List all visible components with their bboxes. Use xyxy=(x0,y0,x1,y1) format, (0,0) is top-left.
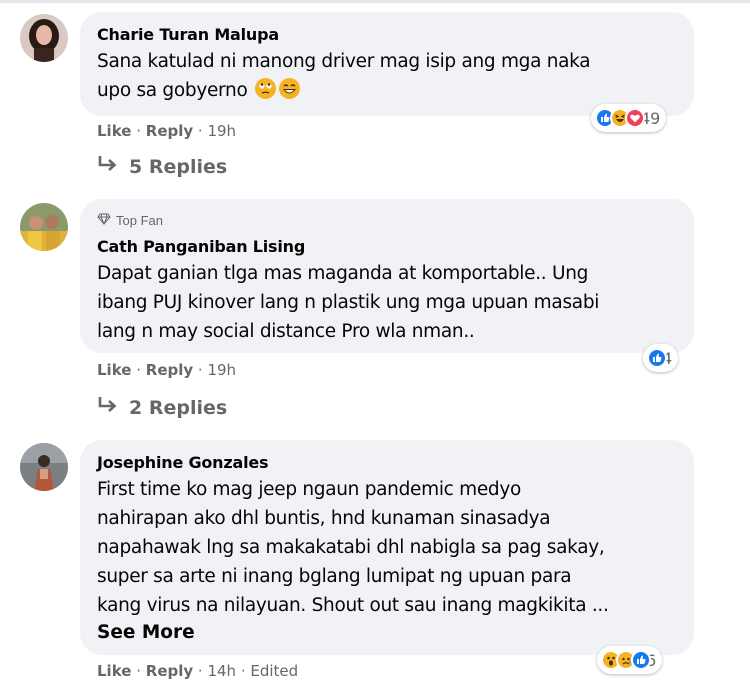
comment-author[interactable]: Cath Panganiban Lising xyxy=(97,237,305,256)
reply-button[interactable]: Reply xyxy=(146,361,193,379)
separator: · xyxy=(193,662,208,680)
separator: · xyxy=(236,662,251,680)
reply-arrow-icon xyxy=(97,155,119,178)
timestamp[interactable]: 19h xyxy=(207,361,236,379)
comment-line: lang n may social distance Pro wla nman.… xyxy=(97,321,475,342)
comment-bubble: Charie Turan Malupa Sana katulad ni mano… xyxy=(80,12,694,116)
comment-line: nahirapan ako dhl buntis, hnd kunaman si… xyxy=(97,508,551,529)
reactions-summary[interactable]: 4 xyxy=(643,344,679,372)
comment-line: kang virus na nilayuan. Shout out sau in… xyxy=(97,595,609,616)
comment-line: Sana katulad ni manong driver mag isip a… xyxy=(97,51,591,72)
comment-text: First time ko mag jeep ngaun pandemic me… xyxy=(97,475,609,620)
see-more-link[interactable]: See More xyxy=(97,622,195,643)
comment-text: Dapat ganian tlga mas maganda at komport… xyxy=(97,259,599,346)
comment-line: ibang PUJ kinover lang n plastik ung mga… xyxy=(97,292,600,313)
timestamp[interactable]: 14h xyxy=(207,662,236,680)
comment-actions: Like · Reply · 19h xyxy=(97,361,236,379)
avatar[interactable] xyxy=(20,14,68,62)
comment-line: upo sa gobyerno xyxy=(97,76,590,105)
comment-text: Sana katulad ni manong driver mag isip a… xyxy=(97,47,591,105)
top-fan-badge[interactable]: Top Fan xyxy=(97,213,163,228)
comment-bubble: Top Fan Cath Panganiban Lising Dapat gan… xyxy=(80,199,694,353)
separator: · xyxy=(193,122,208,140)
like-button[interactable]: Like xyxy=(97,122,131,140)
badge-label: Top Fan xyxy=(116,213,163,228)
view-replies-button[interactable]: 2 Replies xyxy=(97,396,227,419)
reply-button[interactable]: Reply xyxy=(146,662,193,680)
comment-author[interactable]: Josephine Gonzales xyxy=(97,453,269,472)
comment-line: Dapat ganian tlga mas maganda at komport… xyxy=(97,263,589,284)
reply-button[interactable]: Reply xyxy=(146,122,193,140)
separator: · xyxy=(193,361,208,379)
like-button[interactable]: Like xyxy=(97,361,131,379)
grinning-emoji-icon xyxy=(279,78,301,99)
like-button[interactable]: Like xyxy=(97,662,131,680)
reactions-summary[interactable]: 6 xyxy=(597,646,663,674)
comment-actions: Like · Reply · 19h xyxy=(97,122,236,140)
timestamp[interactable]: 19h xyxy=(207,122,236,140)
comment-line: First time ko mag jeep ngaun pandemic me… xyxy=(97,479,522,500)
comment-line-text: upo sa gobyerno xyxy=(97,80,248,101)
reply-arrow-icon xyxy=(97,396,119,419)
diamond-icon xyxy=(97,213,111,228)
replies-count-label: 2 Replies xyxy=(129,396,228,419)
separator: · xyxy=(131,662,146,680)
top-divider xyxy=(0,0,750,3)
separator: · xyxy=(131,361,146,379)
reactions-summary[interactable]: 49 xyxy=(591,104,667,132)
comment-actions: Like · Reply · 14h · Edited xyxy=(97,662,298,680)
rolling-eyes-emoji-icon xyxy=(255,78,277,99)
comment-bubble: Josephine Gonzales First time ko mag jee… xyxy=(80,440,694,655)
separator: · xyxy=(131,122,146,140)
view-replies-button[interactable]: 5 Replies xyxy=(97,155,227,178)
avatar[interactable] xyxy=(20,203,68,251)
love-reaction-icon xyxy=(625,108,645,128)
like-reaction-icon xyxy=(647,348,667,368)
edited-label[interactable]: Edited xyxy=(250,662,298,680)
comment-author[interactable]: Charie Turan Malupa xyxy=(97,25,279,44)
comment-line: napahawak lng sa makakatabi dhl nabigla … xyxy=(97,537,605,558)
comment-line: super sa arte ni inang bglang lumipat ng… xyxy=(97,566,572,587)
like-reaction-icon xyxy=(631,650,651,670)
avatar[interactable] xyxy=(20,443,68,491)
replies-count-label: 5 Replies xyxy=(129,155,228,178)
